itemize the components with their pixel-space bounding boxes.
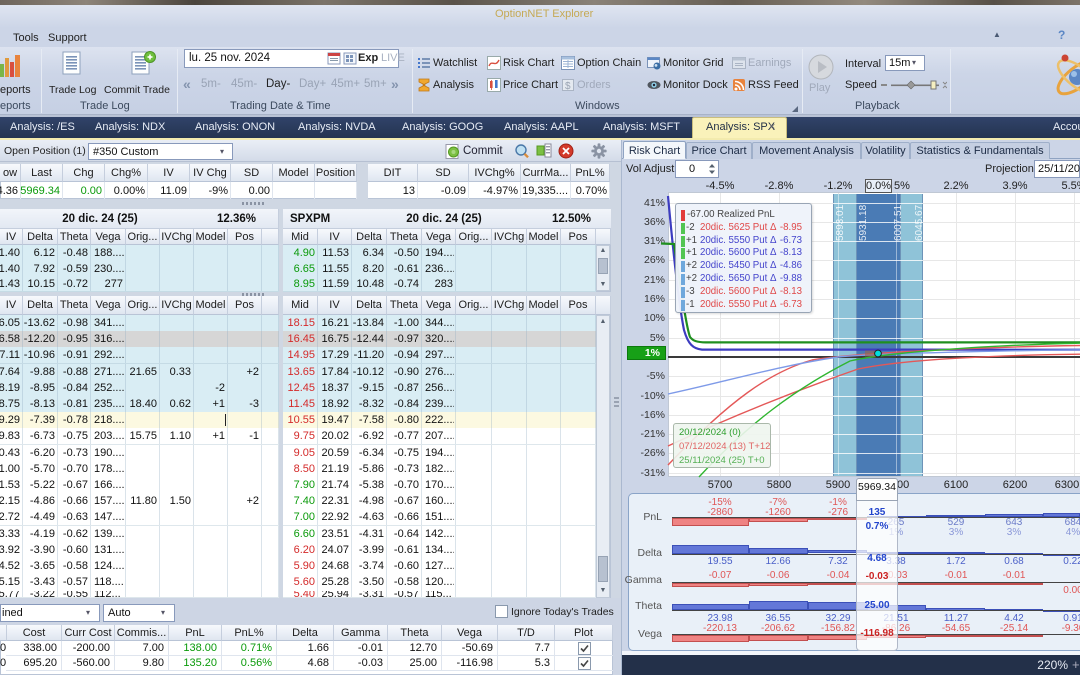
svg-text:$: $ bbox=[565, 81, 571, 92]
